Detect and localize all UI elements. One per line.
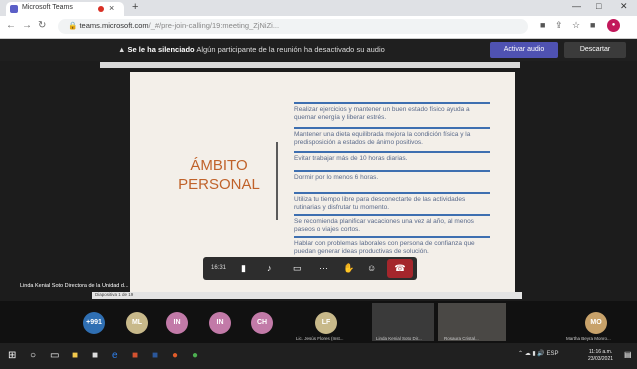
participant-name: Rosaura Cristal... xyxy=(444,336,479,341)
slide-title-line2: PERSONAL xyxy=(178,176,260,193)
clock-time: 11:16 a.m. xyxy=(588,349,613,355)
minimize-button[interactable]: — xyxy=(572,1,581,11)
call-control-bar: 16:31 ▮ ♪ ▭ ··· ✋ ☺ ☎ xyxy=(203,257,417,280)
notification-title: Se le ha silenciado xyxy=(127,45,195,54)
edge-icon[interactable]: e xyxy=(112,350,118,361)
participant-name: Lic. Jesús Flores (Inst... xyxy=(296,336,344,341)
participant-avatar[interactable]: CH xyxy=(251,312,273,334)
reload-icon[interactable]: ↻ xyxy=(38,20,46,31)
maximize-button[interactable]: □ xyxy=(596,1,601,11)
tab-close-icon[interactable]: × xyxy=(109,3,114,13)
call-timer: 16:31 xyxy=(211,265,227,271)
activate-audio-button[interactable]: Activar audio xyxy=(490,42,558,58)
teams-icon xyxy=(10,5,18,13)
url-domain: teams.microsoft.com xyxy=(79,21,149,30)
media-icon[interactable]: ● xyxy=(172,350,178,361)
warning-icon: ▲ xyxy=(118,45,126,54)
more-options-icon[interactable]: ··· xyxy=(319,263,328,273)
slide-item: Realizar ejercicios y mantener un buen e… xyxy=(294,102,490,122)
participant-avatar[interactable]: LF xyxy=(315,312,337,334)
slide-divider xyxy=(276,142,278,220)
url-text: 🔒 teams.microsoft.com/_#/pre-join-callin… xyxy=(68,21,280,30)
tray-icons[interactable]: ⌃ ☁ ▮ 🔊 ESP xyxy=(518,350,558,357)
start-icon[interactable]: ⊞ xyxy=(8,350,16,361)
participant-avatar[interactable]: IN xyxy=(166,312,188,334)
slide-item: Hablar con problemas laborales con perso… xyxy=(294,236,490,256)
taskbar-clock[interactable]: 11:16 a.m. 23/03/2021 xyxy=(588,349,613,363)
notification-message: ▲ Se le ha silenciado Algún participante… xyxy=(118,45,385,54)
slide-item: Dormir por lo menos 6 horas. xyxy=(294,170,490,182)
slide-item: Utiliza tu tiempo libre para desconectar… xyxy=(294,192,490,212)
raise-hand-icon[interactable]: ✋ xyxy=(343,263,354,274)
notification-text: Algún participante de la reunión ha desa… xyxy=(196,45,385,54)
forward-icon[interactable]: → xyxy=(22,20,32,31)
bookmark-star-icon[interactable]: ☆ xyxy=(572,20,580,31)
participant-name: Linda Kenial Soto Dir... xyxy=(376,336,422,341)
dismiss-button[interactable]: Descartar xyxy=(564,42,626,58)
share-screen-icon[interactable]: ▭ xyxy=(293,263,302,274)
hang-up-button[interactable]: ☎ xyxy=(387,259,413,278)
browser-tab[interactable]: Microsoft Teams × xyxy=(6,2,124,16)
powerpoint-icon[interactable]: ■ xyxy=(132,350,138,361)
tab-title: Microsoft Teams xyxy=(22,4,73,11)
slide-title: ÁMBITO PERSONAL xyxy=(164,156,274,194)
slide-counter: Diapositiva 1 de 19 xyxy=(95,292,134,297)
slide-item: Evitar trabajar más de 10 horas diarias. xyxy=(294,151,490,163)
file-explorer-icon[interactable]: ■ xyxy=(72,350,78,361)
profile-avatar[interactable]: ● xyxy=(607,19,620,32)
recording-icon xyxy=(98,6,104,12)
presenter-label: Linda Kenial Soto Directora de la Unidad… xyxy=(20,283,129,289)
clock-date: 23/03/2021 xyxy=(588,356,614,362)
word-icon[interactable]: ■ xyxy=(152,350,158,361)
participant-avatar[interactable]: ML xyxy=(126,312,148,334)
extensions-icon[interactable]: ■ xyxy=(590,20,595,30)
mic-off-icon[interactable]: ♪ xyxy=(267,263,272,273)
participant-avatar[interactable]: +991 xyxy=(83,312,105,334)
participant-avatar[interactable]: MO xyxy=(585,312,607,334)
share-status-bar xyxy=(92,292,522,299)
search-icon[interactable]: ○ xyxy=(30,350,36,361)
back-icon[interactable]: ← xyxy=(6,20,16,31)
camera-icon[interactable]: ▮ xyxy=(241,263,246,274)
camera-permission-icon[interactable]: ■ xyxy=(540,20,545,30)
slide-title-line1: ÁMBITO xyxy=(190,157,248,174)
participant-name: Martha Beyra Monro... xyxy=(566,336,611,341)
presentation-toolbar xyxy=(100,62,520,68)
slide-item: Se recomienda planificar vacaciones una … xyxy=(294,214,490,234)
slide-item: Mantener una dieta equilibrada mejora la… xyxy=(294,127,490,147)
close-window-button[interactable]: ✕ xyxy=(620,1,628,12)
reactions-icon[interactable]: ☺ xyxy=(367,263,376,273)
share-icon[interactable]: ⇪ xyxy=(555,20,563,31)
chrome-icon[interactable]: ● xyxy=(192,350,198,361)
notifications-icon[interactable]: ▤ xyxy=(624,350,632,359)
participant-avatar[interactable]: IN xyxy=(209,312,231,334)
url-path: /_#/pre-join-calling/19:meeting_ZjNiZi..… xyxy=(148,21,280,30)
task-view-icon[interactable]: ▭ xyxy=(50,350,59,361)
store-icon[interactable]: ■ xyxy=(92,350,98,361)
new-tab-button[interactable]: + xyxy=(132,1,138,13)
